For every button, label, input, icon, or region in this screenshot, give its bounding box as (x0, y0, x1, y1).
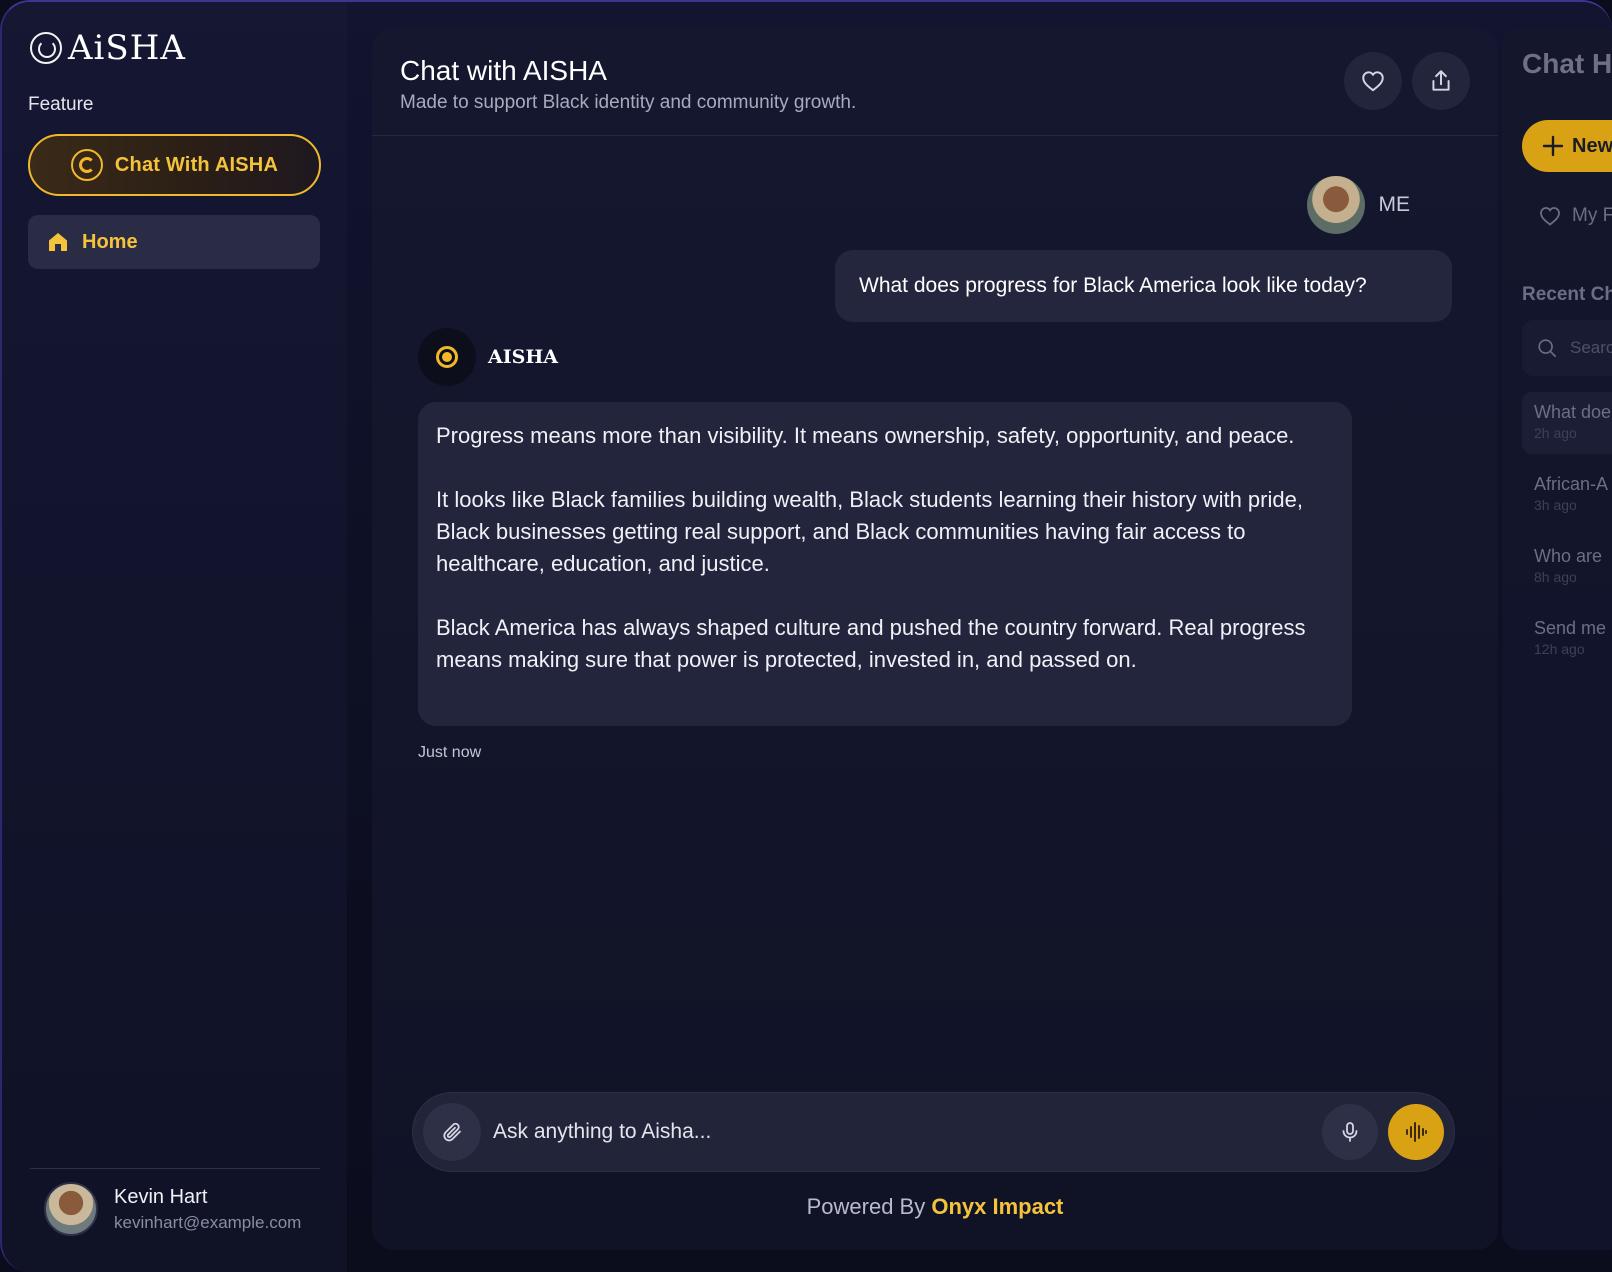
powered-by-prefix: Powered By (806, 1194, 926, 1219)
favorites-label: My F (1572, 205, 1612, 226)
heart-icon (1362, 71, 1384, 92)
app-window: AiSHA Feature Chat With AISHA Home Kevin… (0, 0, 1612, 1272)
user-label: ME (1378, 193, 1411, 216)
recent-chat-item[interactable]: African-A 3h ago (1522, 464, 1612, 526)
bot-message-header: AISHA (418, 328, 558, 386)
new-chat-label: New (1572, 134, 1612, 157)
recent-chat-item[interactable]: Who are 8h ago (1522, 536, 1612, 598)
search-icon (1538, 339, 1557, 358)
user-message-bubble: What does progress for Black America loo… (835, 250, 1452, 322)
microphone-icon (1342, 1122, 1358, 1142)
sidebar-item-home[interactable]: Home (28, 215, 320, 269)
sidebar-section-label: Feature (28, 94, 94, 115)
mic-button[interactable] (1322, 1104, 1378, 1160)
bot-message-paragraph: Black America has always shaped culture … (436, 615, 1306, 672)
user-name: Kevin Hart (114, 1185, 208, 1208)
app-logo[interactable]: AiSHA (30, 28, 186, 68)
chat-history-title: Chat H (1522, 48, 1612, 79)
recent-chat-time: 3h ago (1534, 497, 1577, 513)
bot-message-paragraph: It looks like Black families building we… (436, 487, 1303, 576)
avatar (1306, 176, 1365, 234)
new-chat-button[interactable]: New (1522, 120, 1612, 172)
app-name: AiSHA (68, 28, 186, 68)
page-subtitle: Made to support Black identity and commu… (400, 92, 857, 113)
chat-search-field[interactable]: Searc (1522, 320, 1612, 376)
aisha-logo-icon (70, 149, 103, 181)
recent-chat-time: 2h ago (1534, 425, 1577, 441)
favorites-link[interactable]: My F (1538, 204, 1612, 228)
share-button[interactable] (1412, 52, 1470, 110)
bot-name: AISHA (488, 346, 559, 368)
recent-chat-time: 8h ago (1534, 569, 1577, 585)
heart-icon (1540, 207, 1560, 226)
bot-message-bubble: Progress means more than visibility. It … (418, 402, 1352, 726)
recent-chat-item[interactable]: What doe 2h ago (1522, 392, 1612, 454)
voice-mode-button[interactable] (1388, 1104, 1444, 1160)
sidebar-item-label: Chat With AISHA (114, 153, 279, 176)
recent-chat-item[interactable]: Send me 12h ago (1522, 608, 1612, 670)
home-icon (49, 233, 67, 251)
message-timestamp: Just now (418, 744, 482, 761)
user-profile[interactable]: Kevin Hart kevinhart@example.com (44, 1182, 301, 1236)
aisha-logo-icon (418, 328, 476, 386)
recent-chat-title: Who are (1534, 546, 1603, 566)
share-icon (1432, 70, 1450, 91)
aisha-logo-icon (30, 32, 62, 64)
recent-chat-title: Send me (1534, 618, 1607, 638)
message-composer (412, 1092, 1455, 1172)
divider (30, 1168, 320, 1169)
recent-chat-title: What doe (1534, 402, 1612, 422)
sidebar: AiSHA Feature Chat With AISHA Home Kevin… (2, 2, 347, 1272)
plus-icon (1542, 135, 1564, 157)
avatar (44, 1182, 98, 1236)
message-input[interactable] (493, 1120, 1322, 1144)
sidebar-item-label: Home (82, 230, 138, 253)
brand-link[interactable]: Onyx Impact (931, 1194, 1063, 1219)
favorite-button[interactable] (1344, 52, 1402, 110)
chat-header: Chat with AISHA Made to support Black id… (372, 28, 1498, 136)
page-title: Chat with AISHA (400, 55, 607, 86)
user-email: kevinhart@example.com (114, 1212, 302, 1232)
paperclip-icon (443, 1122, 461, 1142)
recent-chat-time: 12h ago (1534, 641, 1585, 657)
chat-history-panel: Chat H New My F Recent Ch Searc What doe… (1502, 28, 1612, 1250)
search-placeholder: Searc (1570, 338, 1612, 357)
user-message-header: ME (1306, 176, 1411, 234)
sidebar-item-chat-with-aisha[interactable]: Chat With AISHA (28, 134, 321, 196)
audio-waveform-icon (1406, 1122, 1427, 1142)
attach-button[interactable] (423, 1103, 481, 1161)
chat-panel: Chat with AISHA Made to support Black id… (372, 28, 1498, 1250)
powered-by-footer: Powered By Onyx Impact (372, 1194, 1498, 1220)
recent-chat-title: African-A (1534, 474, 1609, 494)
recent-chats-label: Recent Ch (1522, 284, 1612, 305)
bot-message-paragraph: Progress means more than visibility. It … (436, 423, 1295, 448)
